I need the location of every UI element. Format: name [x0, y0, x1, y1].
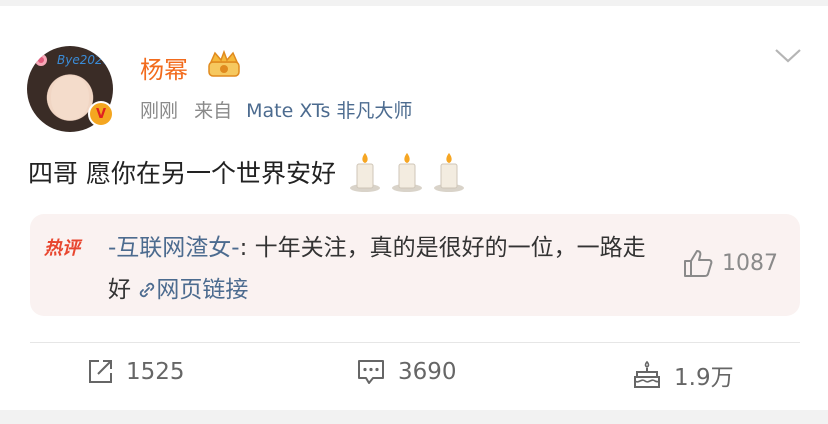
hot-comment-user[interactable]: -互联网渣女- — [108, 235, 240, 261]
web-link[interactable]: 网页链接 — [138, 277, 248, 303]
web-link-label: 网页链接 — [156, 277, 249, 303]
divider — [30, 342, 800, 343]
comment-button[interactable]: 3690 — [356, 358, 457, 386]
like-button[interactable]: 1.9万 — [632, 358, 734, 392]
emoji-group — [348, 151, 474, 193]
hot-comment-like[interactable]: 1087 — [682, 248, 778, 278]
hot-comment-tag: 热评 — [44, 238, 80, 259]
candle-icon — [391, 153, 422, 192]
repost-icon — [89, 360, 112, 383]
comment-icon — [358, 360, 384, 384]
comment-count: 3690 — [398, 359, 457, 385]
weibo-post-card: Bye2020 V 杨幂 刚刚 来自 Mate XTs 非凡大师 四哥 愿你在另… — [0, 6, 828, 410]
hot-comment-box[interactable]: 热评 -互联网渣女-: 十年关注，真的是很好的一位，一路走好 网页链接 1087 — [30, 214, 800, 316]
author-name[interactable]: 杨幂 — [140, 50, 188, 85]
hot-comment-body: -互联网渣女-: 十年关注，真的是很好的一位，一路走好 网页链接 — [108, 227, 668, 311]
verified-badge-icon: V — [88, 101, 114, 127]
device-link[interactable]: Mate XTs 非凡大师 — [246, 100, 412, 122]
post-meta: 刚刚 来自 Mate XTs 非凡大师 — [140, 96, 412, 123]
cake-like-icon — [634, 360, 660, 388]
candle-icon — [433, 153, 464, 192]
candle-icon — [349, 153, 380, 192]
hot-comment-like-count: 1087 — [722, 250, 778, 276]
repost-count: 1525 — [126, 359, 185, 385]
link-icon — [140, 282, 155, 298]
post-content: 四哥 愿你在另一个世界安好 — [28, 151, 474, 193]
source-prefix: 来自 — [194, 100, 233, 122]
post-text: 四哥 愿你在另一个世界安好 — [28, 159, 336, 188]
repost-button[interactable]: 1525 — [86, 358, 185, 386]
svg-text:Bye2020: Bye2020 — [57, 53, 111, 67]
like-count: 1.9万 — [674, 365, 734, 391]
chevron-down-icon[interactable] — [773, 46, 803, 66]
post-time: 刚刚 — [140, 100, 179, 122]
member-crown-icon[interactable] — [205, 50, 243, 80]
thumbs-up-icon — [684, 250, 713, 277]
